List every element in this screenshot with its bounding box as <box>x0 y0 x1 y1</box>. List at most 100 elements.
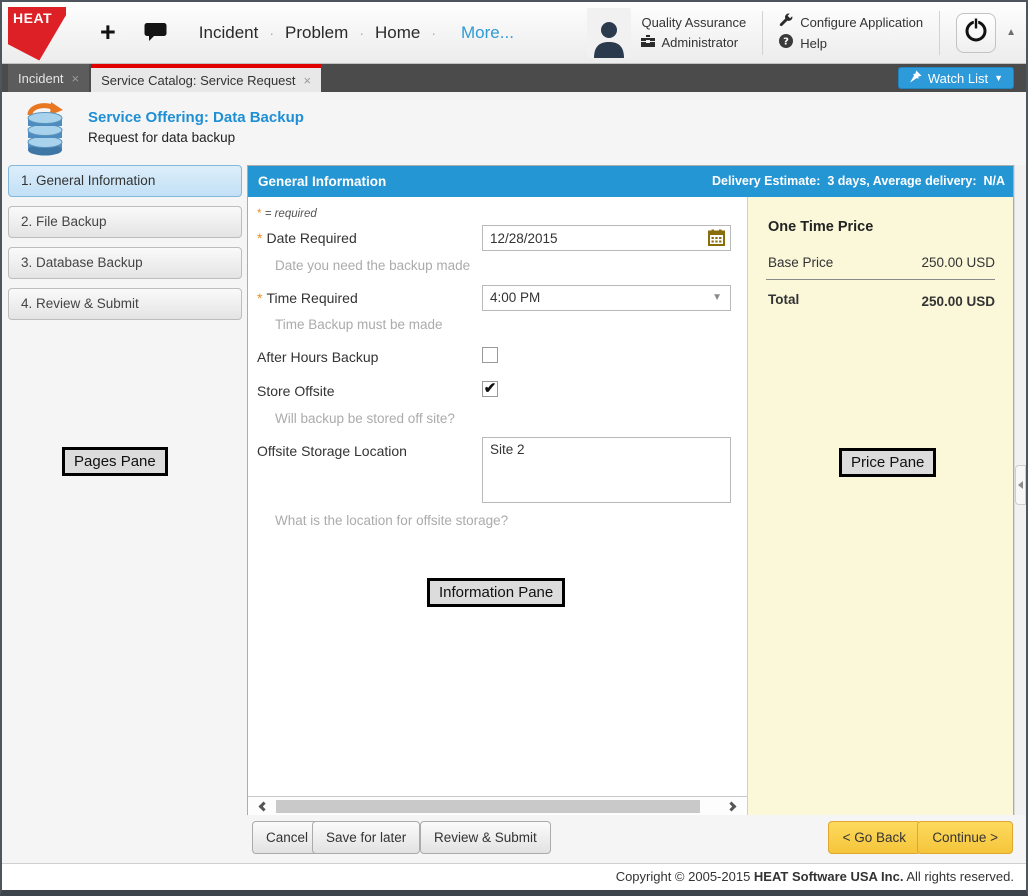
base-price-label: Base Price <box>768 255 833 270</box>
help-icon: ? <box>779 33 793 54</box>
time-required-help: Time Backup must be made <box>275 317 443 332</box>
horizontal-scrollbar[interactable] <box>248 796 747 815</box>
scroll-left-icon[interactable] <box>259 802 269 812</box>
after-hours-checkbox[interactable] <box>482 347 498 363</box>
service-request-panel: General Information Delivery Estimate: 3… <box>247 165 1014 815</box>
nav-separator: · <box>431 25 436 41</box>
configure-application-label: Configure Application <box>800 12 923 33</box>
collapse-panel-handle[interactable] <box>1015 465 1026 505</box>
page-item-review-submit[interactable]: 4. Review & Submit <box>8 288 242 320</box>
nav-item-incident[interactable]: Incident <box>199 23 259 43</box>
configure-application-link[interactable]: Configure Application <box>779 12 923 33</box>
time-required-label: *Time Required <box>257 290 358 306</box>
user-info[interactable]: Quality Assurance Administrator <box>641 13 746 53</box>
heat-logo-text: HEAT <box>13 10 52 26</box>
save-for-later-button[interactable]: Save for later <box>312 821 420 854</box>
date-required-help: Date you need the backup made <box>275 258 470 273</box>
navbar-right-cluster: Quality Assurance Administrator Configur… <box>587 8 1020 58</box>
top-navbar: HEAT + Incident · Problem · Home · More.… <box>2 2 1026 64</box>
store-offsite-checkbox[interactable]: ✔ <box>482 381 498 397</box>
watch-list-button[interactable]: Watch List ▼ <box>898 67 1014 89</box>
close-icon[interactable]: × <box>72 71 80 86</box>
store-offsite-help: Will backup be stored off site? <box>275 411 455 426</box>
chevron-down-icon: ▼ <box>994 73 1003 83</box>
tab-label: Service Catalog: Service Request <box>101 73 295 88</box>
nav-item-home[interactable]: Home <box>375 23 420 43</box>
help-link[interactable]: ? Help <box>779 33 923 54</box>
footer: Copyright © 2005-2015 HEAT Software USA … <box>2 863 1026 890</box>
delivery-estimate: Delivery Estimate: 3 days, Average deliv… <box>712 166 1005 197</box>
information-pane-annotation: Information Pane <box>427 578 565 607</box>
after-hours-label: After Hours Backup <box>257 349 378 365</box>
price-pane-title: One Time Price <box>768 219 873 235</box>
pages-pane-annotation: Pages Pane <box>62 447 168 476</box>
copyright-text: Copyright © 2005-2015 <box>616 869 754 884</box>
briefcase-icon <box>641 33 655 53</box>
svg-text:?: ? <box>783 36 789 47</box>
new-record-button[interactable]: + <box>100 19 116 46</box>
check-icon: ✔ <box>484 380 497 397</box>
price-pane: One Time Price Base Price 250.00 USD Tot… <box>747 197 1013 815</box>
close-icon[interactable]: × <box>304 73 312 88</box>
main-nav: Incident · Problem · Home · More... <box>199 23 514 43</box>
date-required-label: *Date Required <box>257 230 357 246</box>
pages-pane: 1. General Information 2. File Backup 3.… <box>8 165 242 329</box>
database-backup-icon <box>18 100 72 161</box>
wrench-icon <box>779 12 793 33</box>
tab-bar: Incident × Service Catalog: Service Requ… <box>2 64 1026 92</box>
page-item-database-backup[interactable]: 3. Database Backup <box>8 247 242 279</box>
nav-separator: · <box>269 25 274 41</box>
offsite-location-textarea[interactable]: Site 2 <box>482 437 731 503</box>
user-role: Administrator <box>661 33 738 53</box>
chevron-left-icon <box>1018 481 1023 489</box>
copyright-suffix: All rights reserved. <box>903 869 1014 884</box>
section-header: General Information Delivery Estimate: 3… <box>248 166 1013 197</box>
heat-logo[interactable]: HEAT <box>8 7 66 61</box>
tab-label: Incident <box>18 71 64 86</box>
offsite-location-help: What is the location for offsite storage… <box>275 513 508 528</box>
date-required-input[interactable] <box>482 225 731 251</box>
help-label: Help <box>800 33 827 54</box>
go-back-button[interactable]: < Go Back <box>828 821 921 854</box>
collapse-navbar-icon[interactable]: ▲ <box>1006 27 1016 38</box>
base-price-value: 250.00 USD <box>921 255 995 270</box>
total-value: 250.00 USD <box>921 294 995 309</box>
navbar-divider <box>762 11 763 55</box>
watch-list-label: Watch List <box>928 71 988 86</box>
scrollbar-thumb[interactable] <box>276 800 700 813</box>
content-area: Service Offering: Data Backup Request fo… <box>2 92 1026 863</box>
nav-item-more[interactable]: More... <box>461 23 514 43</box>
required-note: * = required <box>257 208 317 220</box>
page-item-general-information[interactable]: 1. General Information <box>8 165 242 197</box>
store-offsite-label: Store Offsite <box>257 383 335 399</box>
page-subtitle: Request for data backup <box>88 130 235 145</box>
total-label: Total <box>768 292 799 307</box>
navbar-divider <box>939 11 940 55</box>
chevron-down-icon: ▼ <box>712 286 722 310</box>
right-collapse-strip <box>1014 165 1026 815</box>
nav-separator: · <box>359 25 364 41</box>
chat-icon[interactable] <box>144 22 167 43</box>
page-item-file-backup[interactable]: 2. File Backup <box>8 206 242 238</box>
application-window: HEAT + Incident · Problem · Home · More.… <box>0 0 1028 896</box>
information-pane: * = required *Date Required Date you nee… <box>248 197 747 815</box>
power-icon <box>963 17 989 48</box>
scroll-right-icon[interactable] <box>727 802 737 812</box>
company-name: HEAT Software USA Inc. <box>754 869 904 884</box>
continue-button[interactable]: Continue > <box>917 821 1013 854</box>
nav-item-problem[interactable]: Problem <box>285 23 348 43</box>
price-divider <box>766 279 995 280</box>
tab-service-catalog[interactable]: Service Catalog: Service Request × <box>91 64 321 92</box>
tab-incident[interactable]: Incident × <box>8 64 89 92</box>
time-required-select[interactable]: 4:00 PM ▼ <box>482 285 731 311</box>
offsite-location-label: Offsite Storage Location <box>257 443 407 459</box>
time-required-value: 4:00 PM <box>490 290 540 305</box>
user-avatar[interactable] <box>587 8 631 58</box>
logout-button[interactable] <box>956 13 996 53</box>
review-submit-button[interactable]: Review & Submit <box>420 821 551 854</box>
calendar-icon[interactable] <box>708 229 725 251</box>
config-help-block: Configure Application ? Help <box>779 12 923 54</box>
pin-icon <box>909 70 922 86</box>
page-title: Service Offering: Data Backup <box>88 109 304 126</box>
user-name: Quality Assurance <box>641 13 746 33</box>
